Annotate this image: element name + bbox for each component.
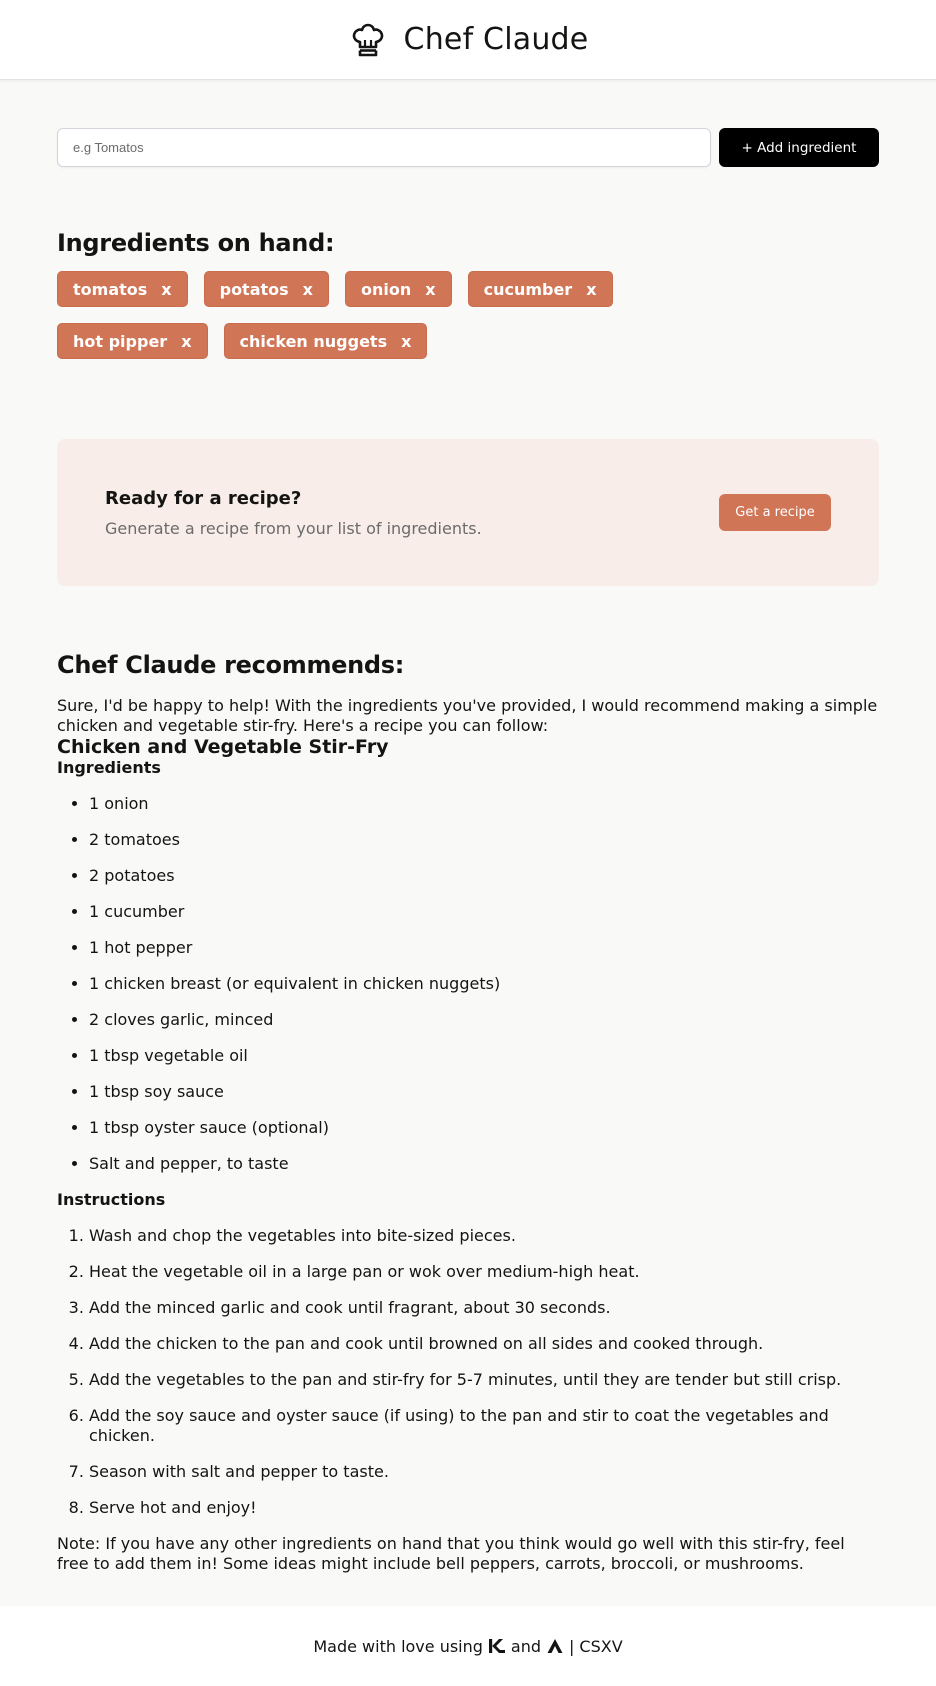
recipe-ingredient-item: 2 cloves garlic, minced: [89, 1010, 879, 1030]
framework-k-icon: [488, 1639, 505, 1653]
recipe-ingredient-item: 1 tbsp soy sauce: [89, 1082, 879, 1102]
recipe-instruction-step: Season with salt and pepper to taste.: [89, 1462, 879, 1482]
recipe-ingredients-heading: Ingredients: [57, 758, 161, 777]
recipe-instruction-step: Heat the vegetable oil in a large pan or…: [89, 1262, 879, 1282]
remove-ingredient-button[interactable]: x: [303, 280, 313, 299]
get-recipe-button[interactable]: Get a recipe: [719, 494, 831, 531]
recipe-ingredient-item: 1 tbsp oyster sauce (optional): [89, 1118, 879, 1138]
ingredient-chip: hot pipper x: [57, 323, 208, 359]
recipe-ingredient-item: 1 cucumber: [89, 902, 879, 922]
recipe-instructions-heading: Instructions: [57, 1190, 166, 1209]
page-footer: Made with love using and | CSXV: [0, 1606, 936, 1686]
remove-ingredient-button[interactable]: x: [181, 332, 191, 351]
recipe-heading: Chef Claude recommends:: [57, 651, 405, 679]
get-recipe-title: Ready for a recipe?: [105, 487, 302, 509]
recipe-intro: Sure, I'd be happy to help! With the ing…: [57, 696, 878, 735]
framework-a-icon: [547, 1639, 563, 1653]
footer-separator: |: [569, 1636, 575, 1656]
remove-ingredient-button[interactable]: x: [161, 280, 171, 299]
ingredient-chip-label: tomatos: [73, 279, 148, 299]
ingredient-chip: potatos x: [203, 271, 329, 307]
ingredients-heading: Ingredients on hand:: [57, 229, 335, 257]
dish-title: Chicken and Vegetable Stir-Fry: [57, 736, 389, 758]
ingredient-chip-label: chicken nuggets: [239, 331, 388, 351]
ingredient-chip: cucumber x: [467, 271, 613, 307]
ingredient-chip-label: onion: [361, 279, 412, 299]
remove-ingredient-button[interactable]: x: [401, 332, 411, 351]
footer-and: and: [510, 1636, 542, 1656]
remove-ingredient-button[interactable]: x: [586, 280, 596, 299]
recipe-ingredient-item: Salt and pepper, to taste: [89, 1154, 879, 1174]
ingredient-chip-list: tomatos x potatos x onion x cucumber x hot p…: [57, 271, 737, 359]
ingredient-chip-label: hot pipper: [73, 331, 168, 351]
recipe-ingredient-item: 2 tomatoes: [89, 830, 879, 850]
chef-hat-icon: [352, 23, 383, 56]
ingredient-chip: tomatos x: [57, 271, 188, 307]
add-ingredient-button[interactable]: + Add ingredient: [719, 128, 879, 167]
app-header: Chef Claude: [0, 0, 936, 80]
recipe-instruction-step: Add the soy sauce and oyster sauce (if u…: [89, 1406, 879, 1446]
add-ingredient-form: + Add ingredient: [57, 128, 879, 167]
footer-made-with: Made with love using: [313, 1636, 483, 1656]
recipe-ingredient-item: 1 onion: [89, 794, 879, 814]
recipe-section: Chef Claude recommends: Sure, I'd be hap…: [57, 650, 879, 1574]
recipe-note: Note: If you have any other ingredients …: [57, 1534, 845, 1573]
recipe-instruction-step: Add the minced garlic and cook until fra…: [89, 1298, 879, 1318]
remove-ingredient-button[interactable]: x: [425, 280, 435, 299]
recipe-ingredient-item: 1 chicken breast (or equivalent in chick…: [89, 974, 879, 994]
main-content: + Add ingredient Ingredients on hand: to…: [0, 128, 936, 1574]
footer-author: CSXV: [579, 1636, 623, 1656]
ingredient-chip-label: potatos: [219, 279, 289, 299]
recipe-instruction-list: Wash and chop the vegetables into bite-s…: [57, 1226, 879, 1518]
ingredient-chip-label: cucumber: [483, 279, 573, 299]
get-recipe-panel: Ready for a recipe? Generate a recipe fr…: [57, 439, 879, 586]
ingredients-section: Ingredients on hand: tomatos x potatos x o…: [57, 229, 879, 359]
recipe-ingredient-item: 1 tbsp vegetable oil: [89, 1046, 879, 1066]
recipe-ingredient-list: 1 onion 2 tomatoes 2 potatoes 1 cucumber…: [57, 794, 879, 1174]
recipe-instruction-step: Add the chicken to the pan and cook unti…: [89, 1334, 879, 1354]
recipe-ingredient-item: 1 hot pepper: [89, 938, 879, 958]
recipe-instruction-step: Add the vegetables to the pan and stir-f…: [89, 1370, 879, 1390]
recipe-instruction-step: Serve hot and enjoy!: [89, 1498, 879, 1518]
recipe-instruction-step: Wash and chop the vegetables into bite-s…: [89, 1226, 879, 1246]
get-recipe-text: Ready for a recipe? Generate a recipe fr…: [105, 488, 482, 538]
recipe-ingredient-item: 2 potatoes: [89, 866, 879, 886]
app-title: Chef Claude: [403, 22, 589, 57]
ingredient-chip: onion x: [345, 271, 452, 307]
ingredient-chip: chicken nuggets x: [223, 323, 428, 359]
get-recipe-subtitle: Generate a recipe from your list of ingr…: [105, 518, 482, 538]
ingredient-input[interactable]: [57, 128, 711, 167]
